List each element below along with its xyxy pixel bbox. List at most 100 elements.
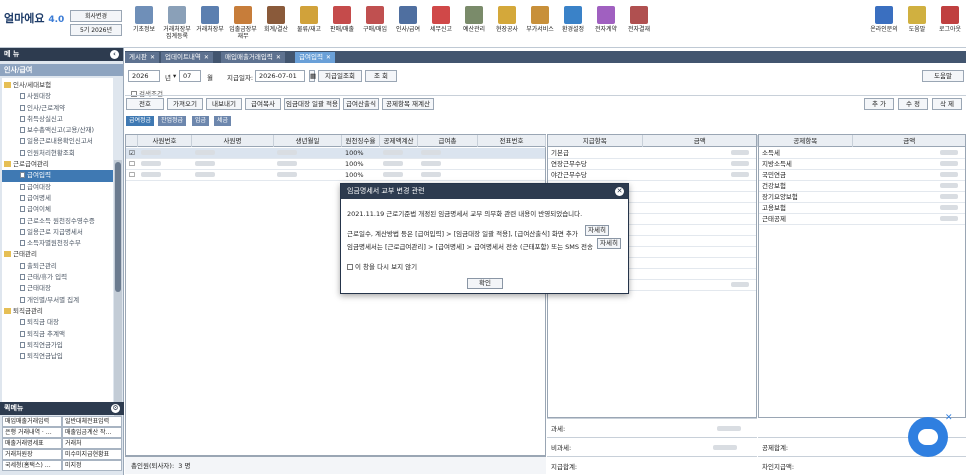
toolbar-button[interactable]: 전자계약 <box>590 4 622 44</box>
menu-item[interactable]: 근태대장 <box>2 283 113 294</box>
menu-item[interactable]: 퇴직연금가입 <box>2 340 113 351</box>
toolbar-button[interactable]: 현장공사 <box>491 4 523 44</box>
tab-3[interactable]: 급여입력 ✕ <box>295 52 335 63</box>
close-icon[interactable]: ✕ <box>615 187 624 196</box>
action-button[interactable]: 전호 <box>126 98 164 110</box>
toolbar-button[interactable]: 거래처장부 <box>194 4 226 44</box>
menu-item[interactable]: 사원대장 <box>2 91 113 102</box>
menu-item[interactable]: 급여입력 <box>2 170 113 182</box>
table-row[interactable]: ☐ 100% <box>126 170 545 181</box>
favorite-item[interactable]: 일반대체전표입력 <box>62 416 122 427</box>
menu-item[interactable]: 인원처리현황조회 <box>2 148 113 159</box>
gear-icon[interactable]: ⚙ <box>111 404 120 413</box>
toolbar-button[interactable]: 인사/급여 <box>392 4 424 44</box>
year-select[interactable]: 2026 <box>128 70 160 82</box>
favorite-item[interactable]: 은행 거래내역 · … <box>2 427 62 438</box>
menu-item[interactable]: 근태/휴가 입력 <box>2 272 113 283</box>
table-row[interactable]: ☑ 100% <box>126 148 545 159</box>
toolbar-button[interactable]: 구매/매입 <box>359 4 391 44</box>
toolbar-button[interactable]: 회계/결산 <box>260 4 292 44</box>
row-checkbox[interactable]: ☐ <box>126 159 138 170</box>
toolbar-right-button[interactable]: 로그아웃 <box>934 4 966 44</box>
table-row[interactable]: 기본급 <box>548 148 756 159</box>
table-row[interactable]: 야간근무수당 <box>548 170 756 181</box>
menu-item[interactable]: 일용근로내용확인신고서 <box>2 136 113 147</box>
detail-button-2[interactable]: 자세히 <box>597 238 621 249</box>
toolbar-button[interactable]: 물류/재고 <box>293 4 325 44</box>
tab-0[interactable]: 게시판 ✕ <box>125 52 159 63</box>
menu-item[interactable]: 급여대장 <box>2 182 113 193</box>
toolbar-button[interactable]: 판매/매출 <box>326 4 358 44</box>
sub-tab[interactable]: 임금 <box>192 116 210 126</box>
menu-item[interactable]: 급여명세 <box>2 193 113 204</box>
menu-item[interactable]: 인사/근로계약 <box>2 103 113 114</box>
table-row[interactable]: 지방소득세 <box>759 159 965 170</box>
action-button[interactable]: 임금대장 일괄 적용 <box>284 98 340 110</box>
table-row[interactable]: 고용보험 <box>759 203 965 214</box>
action-button[interactable]: 공제항목 재계산 <box>382 98 434 110</box>
chatbot-close-icon[interactable]: ✕ <box>945 413 953 423</box>
favorite-item[interactable]: 매입매출거래입력 <box>2 416 62 427</box>
table-row[interactable]: 건강보험 <box>759 181 965 192</box>
favorite-item[interactable]: 미수미지급현황표 <box>62 449 122 460</box>
favorite-item[interactable]: 매출입금계산 작… <box>62 427 122 438</box>
favorite-item[interactable]: 거래처원장 <box>2 449 62 460</box>
menu-item[interactable]: 개인별/부서별 집계 <box>2 295 113 306</box>
row-action-button[interactable]: 삭 제 <box>932 98 962 110</box>
action-button[interactable]: 가져오기 <box>167 98 203 110</box>
favorite-item[interactable]: 거래처 <box>62 438 122 449</box>
toolbar-button[interactable]: 기초정보 <box>128 4 160 44</box>
menu-scrollbar[interactable] <box>114 160 122 420</box>
tab-close-icon[interactable]: ✕ <box>276 54 281 61</box>
sub-tab[interactable]: 세금 <box>214 116 232 126</box>
menu-group[interactable]: 근태관리 <box>2 249 113 260</box>
ok-button[interactable]: 확인 <box>467 278 503 289</box>
menu-item[interactable]: 급여이체 <box>2 204 113 215</box>
sub-tab[interactable]: 급여정금 <box>126 116 155 126</box>
tab-1[interactable]: 업데이트내역 ✕ <box>161 52 213 63</box>
table-row[interactable]: 장기요양보험 <box>759 192 965 203</box>
menu-item[interactable]: 퇴직연금납입 <box>2 351 113 362</box>
table-row[interactable]: 연장근무수당 <box>548 159 756 170</box>
toolbar-button[interactable]: 전자결재 <box>623 4 655 44</box>
row-action-button[interactable]: 수 정 <box>898 98 928 110</box>
tab-2[interactable]: 매입매출거래입력 ✕ <box>221 52 285 63</box>
menu-item[interactable]: 퇴직금 대장 <box>2 317 113 328</box>
menu-group[interactable]: 근로급여관리 <box>2 159 113 170</box>
menu-group[interactable]: 인사/세대보험 <box>2 80 113 91</box>
row-action-button[interactable]: 추 가 <box>864 98 894 110</box>
table-row[interactable]: 소득세 <box>759 148 965 159</box>
row-checkbox[interactable]: ☑ <box>126 148 138 159</box>
dont-show-checkbox[interactable]: 이 창을 다시 보지 않기 <box>347 261 417 271</box>
menu-item[interactable]: 퇴직금 추계액 <box>2 329 113 340</box>
toolbar-button[interactable]: 부가서비스 <box>524 4 556 44</box>
toolbar-button[interactable]: 예산관리 <box>458 4 490 44</box>
menu-item[interactable]: 보수총액신고(고용/산재) <box>2 125 113 136</box>
action-button[interactable]: 급여산출식 <box>343 98 379 110</box>
tab-close-icon[interactable]: ✕ <box>326 54 331 61</box>
menu-item[interactable]: 소득자별원천징수부 <box>2 238 113 249</box>
action-button[interactable]: 급여복사 <box>245 98 281 110</box>
tab-close-icon[interactable]: ✕ <box>150 54 155 61</box>
company-change-button[interactable]: 회사변경 <box>70 10 122 22</box>
chatbot-bubble[interactable] <box>908 417 948 457</box>
sub-tab[interactable]: 잔업정급 <box>158 116 187 126</box>
menu-item[interactable]: 출퇴근관리 <box>2 261 113 272</box>
toolbar-right-button[interactable]: 온라인문의 <box>868 4 900 44</box>
table-row[interactable]: 근태공제 <box>759 214 965 225</box>
toolbar-button[interactable]: 세무신고 <box>425 4 457 44</box>
favorite-item[interactable]: 국세청(홈택스) … <box>2 460 62 471</box>
menu-group[interactable]: 퇴직금관리 <box>2 306 113 317</box>
table-row[interactable]: ☐ 100% <box>126 159 545 170</box>
month-select[interactable]: 07 <box>179 70 201 82</box>
year-prev-icon[interactable]: ▾ <box>173 72 176 80</box>
menu-item[interactable]: 일용근로 지급명세서 <box>2 227 113 238</box>
action-button[interactable]: 내보내기 <box>206 98 242 110</box>
collapse-icon[interactable]: ‹ <box>110 50 119 59</box>
favorite-item[interactable]: 미지정 <box>62 460 122 471</box>
toolbar-button[interactable]: 환경설정 <box>557 4 589 44</box>
menu-item[interactable]: 취득상실신고 <box>2 114 113 125</box>
toolbar-right-button[interactable]: 도움말 <box>901 4 933 44</box>
pay-date-lookup-button[interactable]: 지급일조회 <box>318 70 362 82</box>
calendar-icon[interactable]: ▦ <box>309 70 316 82</box>
